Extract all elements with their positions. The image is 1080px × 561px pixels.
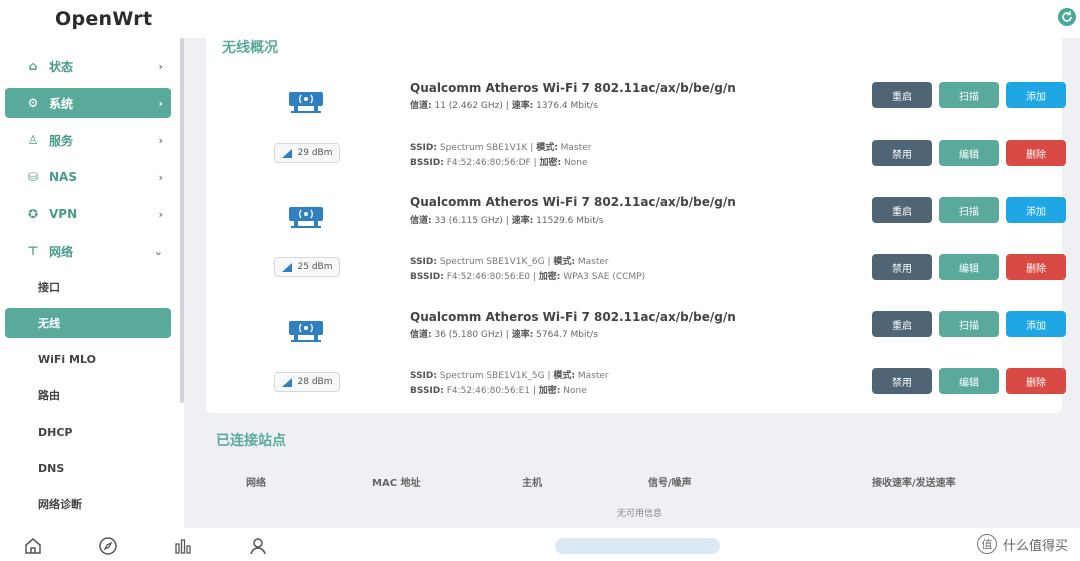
delete-button[interactable]: 删除 [1006, 140, 1066, 166]
sidebar-subitem-wireless[interactable]: 无线 [5, 308, 171, 338]
sidebar-item-label: 服务 [49, 133, 74, 148]
bssid-enc-line: BSSID: F4:52:46:80:56:E0 | 加密: WPA3 SAE … [410, 272, 646, 282]
sidebar-item-system[interactable]: ⚙ 系统 › [5, 88, 171, 118]
sidebar-item-label: 状态 [49, 59, 74, 74]
signal-icon [281, 148, 292, 158]
sidebar-subitem-dhcp[interactable]: DHCP [5, 417, 171, 447]
chevron-down-icon: ⌄ [153, 244, 163, 258]
signal-icon [281, 377, 292, 387]
disable-button[interactable]: 禁用 [872, 254, 932, 280]
delete-button[interactable]: 删除 [1006, 368, 1066, 394]
sidebar-subitem-interfaces[interactable]: 接口 [5, 272, 171, 302]
disk-icon: ⛁ [27, 170, 39, 184]
watermark-text: 什么值得买 [1002, 538, 1068, 554]
column-host: 主机 [522, 478, 542, 489]
device-channel-rate: 信道: 36 (5.180 GHz) | 速率: 5764.7 Mbit/s [410, 330, 598, 340]
bssid-enc-line: BSSID: F4:52:46:80:56:E1 | 加密: None [410, 386, 587, 396]
chevron-right-icon: › [158, 207, 163, 221]
network-icon: ⊤ [27, 244, 39, 258]
disable-button[interactable]: 禁用 [872, 140, 932, 166]
empty-message: 无可用信息 [617, 509, 663, 519]
main-content: 无线概况 Qualcomm Atheros Wi-Fi 7 802.11ac/a… [184, 38, 1080, 528]
sidebar-subitem-diagnostics[interactable]: 网络诊断 [5, 489, 171, 519]
sidebar-item-label: VPN [49, 207, 78, 221]
restart-button[interactable]: 重启 [872, 197, 932, 223]
restart-button[interactable]: 重启 [872, 311, 932, 337]
section-title-wireless: 无线概况 [222, 40, 278, 56]
edit-button[interactable]: 编辑 [939, 254, 999, 280]
chevron-right-icon: › [158, 96, 163, 110]
globe-icon: ✪ [27, 207, 39, 221]
restart-button[interactable]: 重启 [872, 82, 932, 108]
chevron-right-icon: › [158, 170, 163, 184]
sidebar-item-services[interactable]: ♙ 服务 › [5, 125, 171, 155]
edit-button[interactable]: 编辑 [939, 140, 999, 166]
sidebar-item-vpn[interactable]: ✪ VPN › [5, 199, 171, 229]
gear-icon: ⚙ [27, 96, 39, 110]
edit-button[interactable]: 编辑 [939, 368, 999, 394]
home-icon: ⌂ [28, 59, 38, 73]
delete-button[interactable]: 删除 [1006, 254, 1066, 280]
compass-icon[interactable] [98, 536, 118, 556]
sidebar-item-status[interactable]: ⌂ 状态 › [5, 51, 171, 81]
scan-button[interactable]: 扫描 [939, 311, 999, 337]
add-button[interactable]: 添加 [1006, 197, 1066, 223]
home-icon[interactable] [23, 536, 43, 556]
user-icon[interactable] [248, 536, 268, 556]
device-name: Qualcomm Atheros Wi-Fi 7 802.11ac/ax/b/b… [410, 81, 736, 95]
sidebar-item-label: 网络 [49, 244, 74, 259]
chevron-right-icon: › [158, 133, 163, 147]
signal-badge: 28 dBm [274, 372, 340, 392]
device-channel-rate: 信道: 33 (6.115 GHz) | 速率: 11529.6 Mbit/s [410, 216, 604, 226]
wireless-device-icon [289, 92, 323, 113]
sidebar-item-nas[interactable]: ⛁ NAS › [5, 162, 171, 192]
watermark-logo-icon: 值 [976, 534, 997, 554]
ssid-mode-line: SSID: Spectrum SBE1V1K | 模式: Master [410, 143, 592, 153]
column-rx-tx-rate: 接收速率/发送速率 [872, 478, 956, 489]
blurred-element [555, 538, 720, 554]
ssid-mode-line: SSID: Spectrum SBE1V1K_5G | 模式: Master [410, 371, 609, 381]
wireless-device-icon [289, 207, 323, 228]
brand-logo[interactable]: OpenWrt [55, 8, 152, 30]
sidebar-item-label: NAS [49, 170, 77, 184]
column-network: 网络 [246, 478, 266, 489]
add-button[interactable]: 添加 [1006, 82, 1066, 108]
sidebar-subitem-routes[interactable]: 路由 [5, 380, 171, 410]
chevron-right-icon: › [158, 59, 163, 73]
user-icon: ♙ [27, 133, 39, 147]
bottom-bar: 值 什么值得买 [0, 528, 1080, 561]
signal-badge: 25 dBm [274, 257, 340, 277]
disable-button[interactable]: 禁用 [872, 368, 932, 394]
top-bar: OpenWrt [0, 0, 1080, 38]
signal-icon [281, 262, 292, 272]
ssid-mode-line: SSID: Spectrum SBE1V1K_6G | 模式: Master [410, 257, 609, 267]
add-button[interactable]: 添加 [1006, 311, 1066, 337]
scan-button[interactable]: 扫描 [939, 197, 999, 223]
bar-chart-icon[interactable] [173, 536, 193, 556]
sidebar-item-label: 系统 [49, 96, 74, 111]
device-name: Qualcomm Atheros Wi-Fi 7 802.11ac/ax/b/b… [410, 195, 736, 209]
sidebar: ⌂ 状态 › ⚙ 系统 › ♙ 服务 › ⛁ NAS › ✪ VPN › ⊤ 网… [0, 38, 184, 528]
device-name: Qualcomm Atheros Wi-Fi 7 802.11ac/ax/b/b… [410, 310, 736, 324]
signal-badge: 29 dBm [274, 143, 340, 163]
watermark: 值 什么值得买 [976, 534, 1068, 554]
section-title-stations: 已连接站点 [216, 433, 286, 449]
sidebar-item-network[interactable]: ⊤ 网络 ⌄ [5, 236, 171, 266]
wireless-device-icon [289, 321, 323, 342]
bssid-enc-line: BSSID: F4:52:46:80:56:DF | 加密: None [410, 158, 588, 168]
refresh-icon[interactable] [1058, 8, 1076, 26]
device-channel-rate: 信道: 11 (2.462 GHz) | 速率: 1376.4 Mbit/s [410, 101, 598, 111]
scan-button[interactable]: 扫描 [939, 82, 999, 108]
sidebar-subitem-wifi-mlo[interactable]: WiFi MLO [5, 344, 171, 374]
column-mac: MAC 地址 [372, 478, 421, 489]
column-signal-noise: 信号/噪声 [648, 478, 692, 489]
sidebar-subitem-dns[interactable]: DNS [5, 453, 171, 483]
